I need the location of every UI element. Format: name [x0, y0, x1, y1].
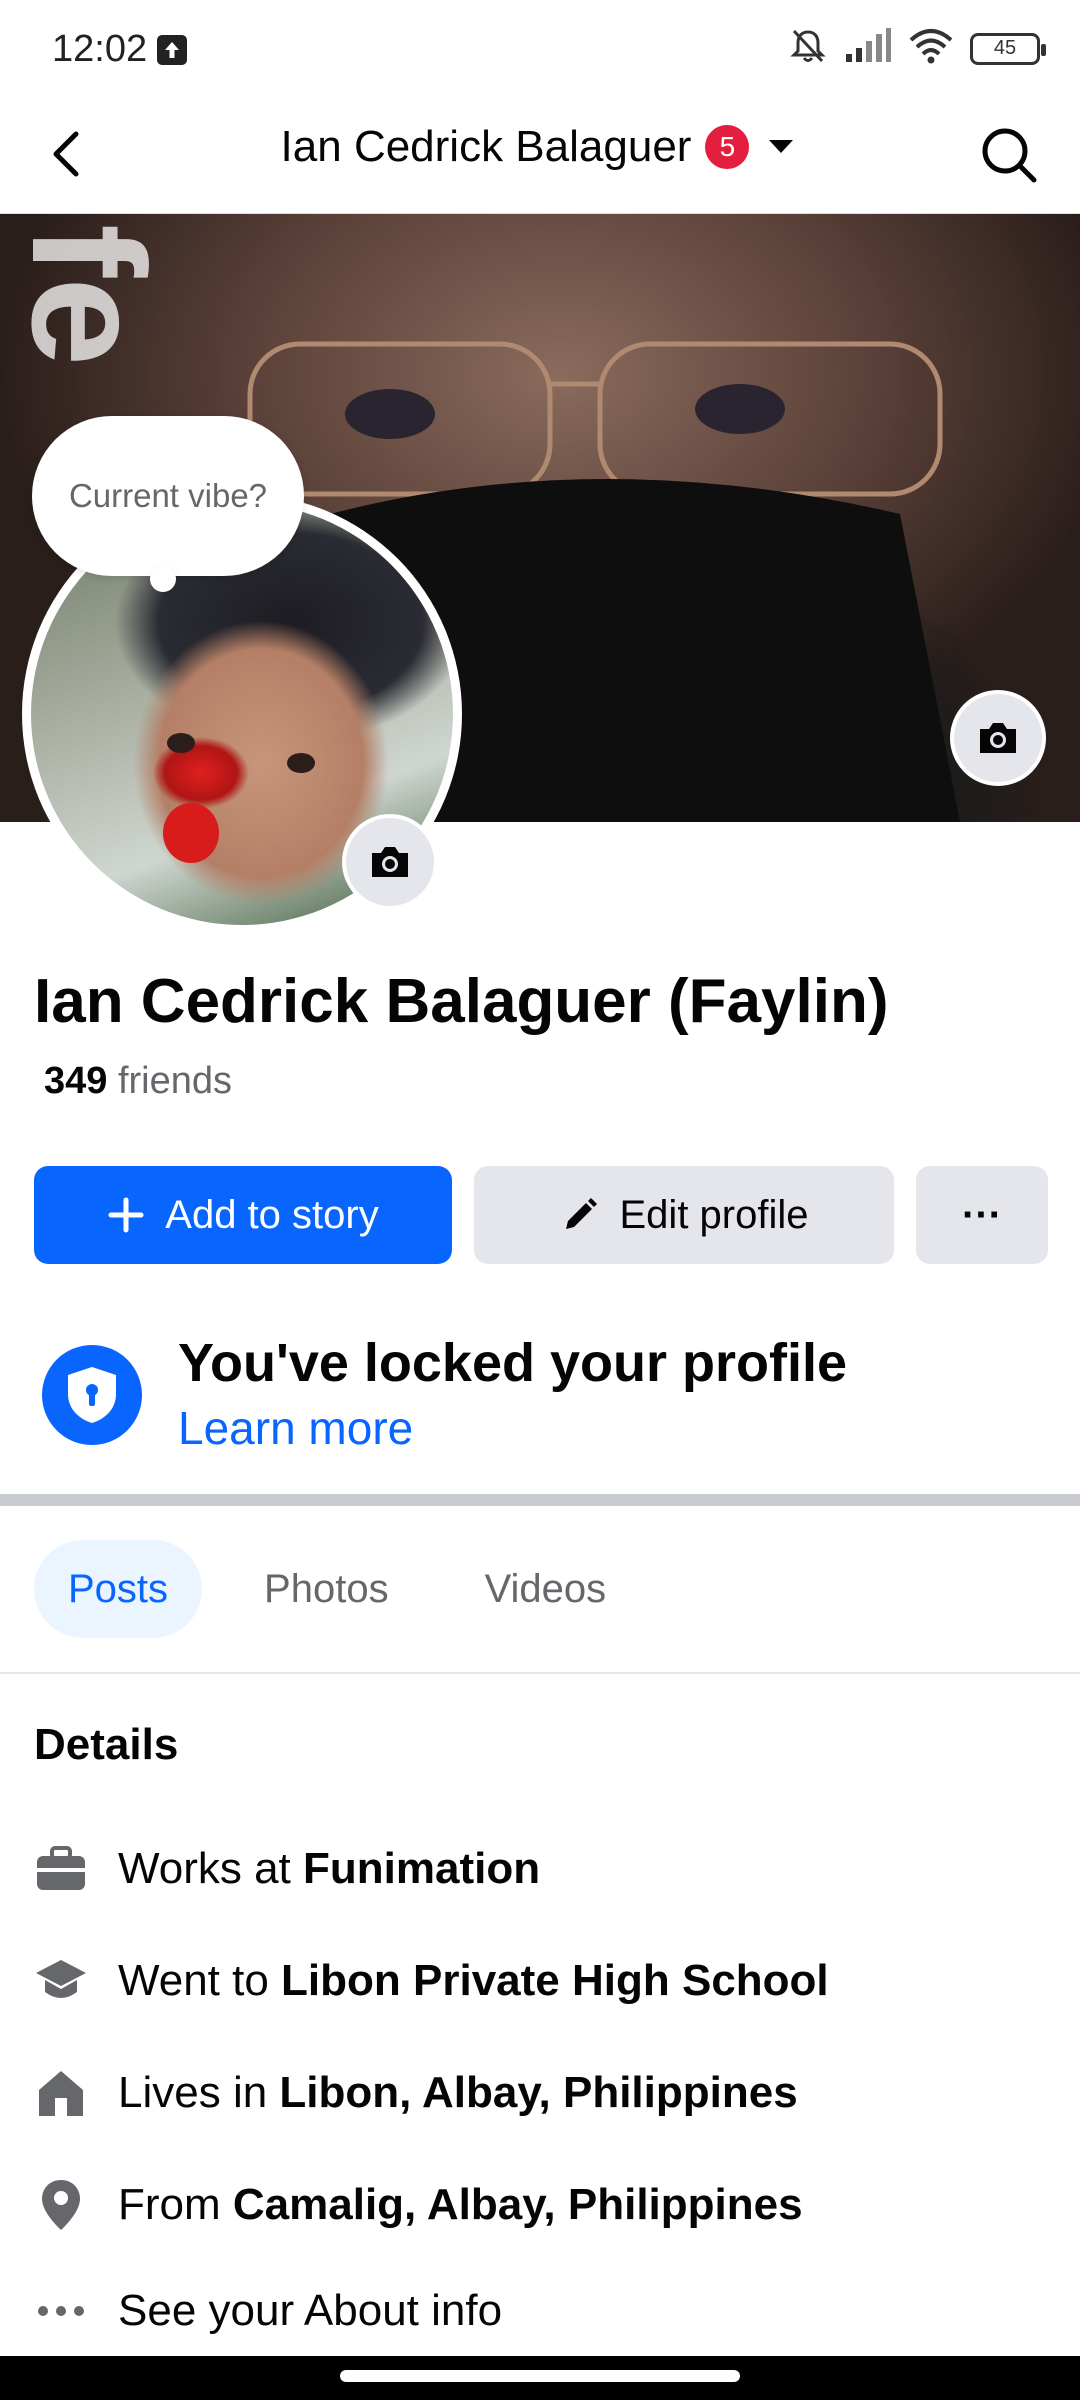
section-divider [0, 1494, 1080, 1506]
camera-icon [980, 723, 1016, 753]
add-to-story-button[interactable]: Add to story [34, 1166, 452, 1264]
shield-lock-icon [42, 1344, 142, 1445]
tab-photos[interactable]: Photos [230, 1540, 423, 1638]
home-gesture-pill[interactable] [340, 2370, 740, 2382]
profile-name: Ian Cedrick Balaguer (Faylin) [34, 967, 889, 1036]
detail-lives-in: Lives in Libon, Albay, Philippines [34, 2066, 798, 2120]
search-button[interactable] [978, 124, 1040, 186]
signal-icon [844, 28, 892, 69]
vibe-bubble-tail [150, 566, 176, 592]
plus-icon [108, 1197, 144, 1233]
mute-bell-icon [788, 26, 828, 71]
more-dots-icon: ··· [962, 1192, 1002, 1237]
profile-tabs: Posts Photos Videos [34, 1540, 640, 1638]
status-time: 12:02 [52, 28, 148, 70]
add-to-story-label: Add to story [165, 1192, 379, 1237]
current-vibe-bubble[interactable]: Current vibe? [32, 416, 304, 576]
detail-lives-in-value[interactable]: Libon, Albay, Philippines [279, 2068, 797, 2117]
detail-from-value[interactable]: Camalig, Albay, Philippines [233, 2180, 803, 2229]
detail-work-value[interactable]: Funimation [303, 1844, 540, 1893]
friends-number: 349 [44, 1060, 108, 1102]
tabs-divider [0, 1672, 1080, 1674]
location-pin-icon [34, 2178, 88, 2232]
wifi-icon [908, 28, 954, 69]
graduation-cap-icon [34, 1954, 88, 2008]
header-title: Ian Cedrick Balaguer [280, 122, 692, 171]
edit-profile-label: Edit profile [619, 1192, 809, 1237]
see-about-info[interactable]: See your About info [34, 2284, 502, 2338]
camera-icon [372, 847, 408, 877]
status-bar: 12:02 45 [0, 0, 1080, 100]
vibe-prompt: Current vibe? [68, 477, 268, 514]
locked-profile-notice: You've locked your profile Learn more [42, 1333, 847, 1455]
cover-camera-button[interactable] [950, 690, 1046, 786]
see-about-info-label: See your About info [118, 2286, 503, 2335]
detail-work: Works at Funimation [34, 1842, 540, 1896]
edit-profile-button[interactable]: Edit profile [474, 1166, 894, 1264]
detail-from-prefix: From [118, 2180, 233, 2229]
tab-posts[interactable]: Posts [34, 1540, 203, 1638]
account-switcher[interactable]: Ian Cedrick Balaguer 5 [0, 122, 1080, 172]
detail-work-prefix: Works at [118, 1844, 304, 1893]
upload-icon [157, 35, 187, 65]
detail-from: From Camalig, Albay, Philippines [34, 2178, 803, 2232]
pencil-icon [565, 1198, 597, 1229]
detail-education-prefix: Went to [118, 1956, 282, 2005]
friends-label: friends [117, 1060, 233, 1102]
more-options-button[interactable]: ··· [916, 1166, 1048, 1264]
friends-count[interactable]: 349 friends [44, 1060, 232, 1103]
profile-header: Ian Cedrick Balaguer 5 [0, 100, 1080, 214]
status-icons: 45 [788, 26, 1046, 71]
more-dots-icon [34, 2284, 88, 2338]
search-icon [982, 128, 1037, 183]
briefcase-icon [34, 1842, 88, 1896]
profile-actions: Add to story Edit profile ··· [34, 1166, 1048, 1264]
details-title: Details [34, 1720, 179, 1769]
battery-indicator: 45 [970, 32, 1046, 65]
detail-education-value[interactable]: Libon Private High School [281, 1956, 829, 2005]
chevron-down-icon [763, 129, 799, 165]
learn-more-link[interactable]: Learn more [178, 1401, 847, 1455]
tab-videos[interactable]: Videos [451, 1540, 641, 1638]
locked-title: You've locked your profile [178, 1333, 847, 1393]
avatar-camera-button[interactable] [342, 814, 438, 910]
notification-badge: 5 [705, 125, 750, 169]
house-icon [34, 2066, 88, 2120]
detail-education: Went to Libon Private High School [34, 1954, 829, 2008]
detail-lives-in-prefix: Lives in [118, 2068, 280, 2117]
